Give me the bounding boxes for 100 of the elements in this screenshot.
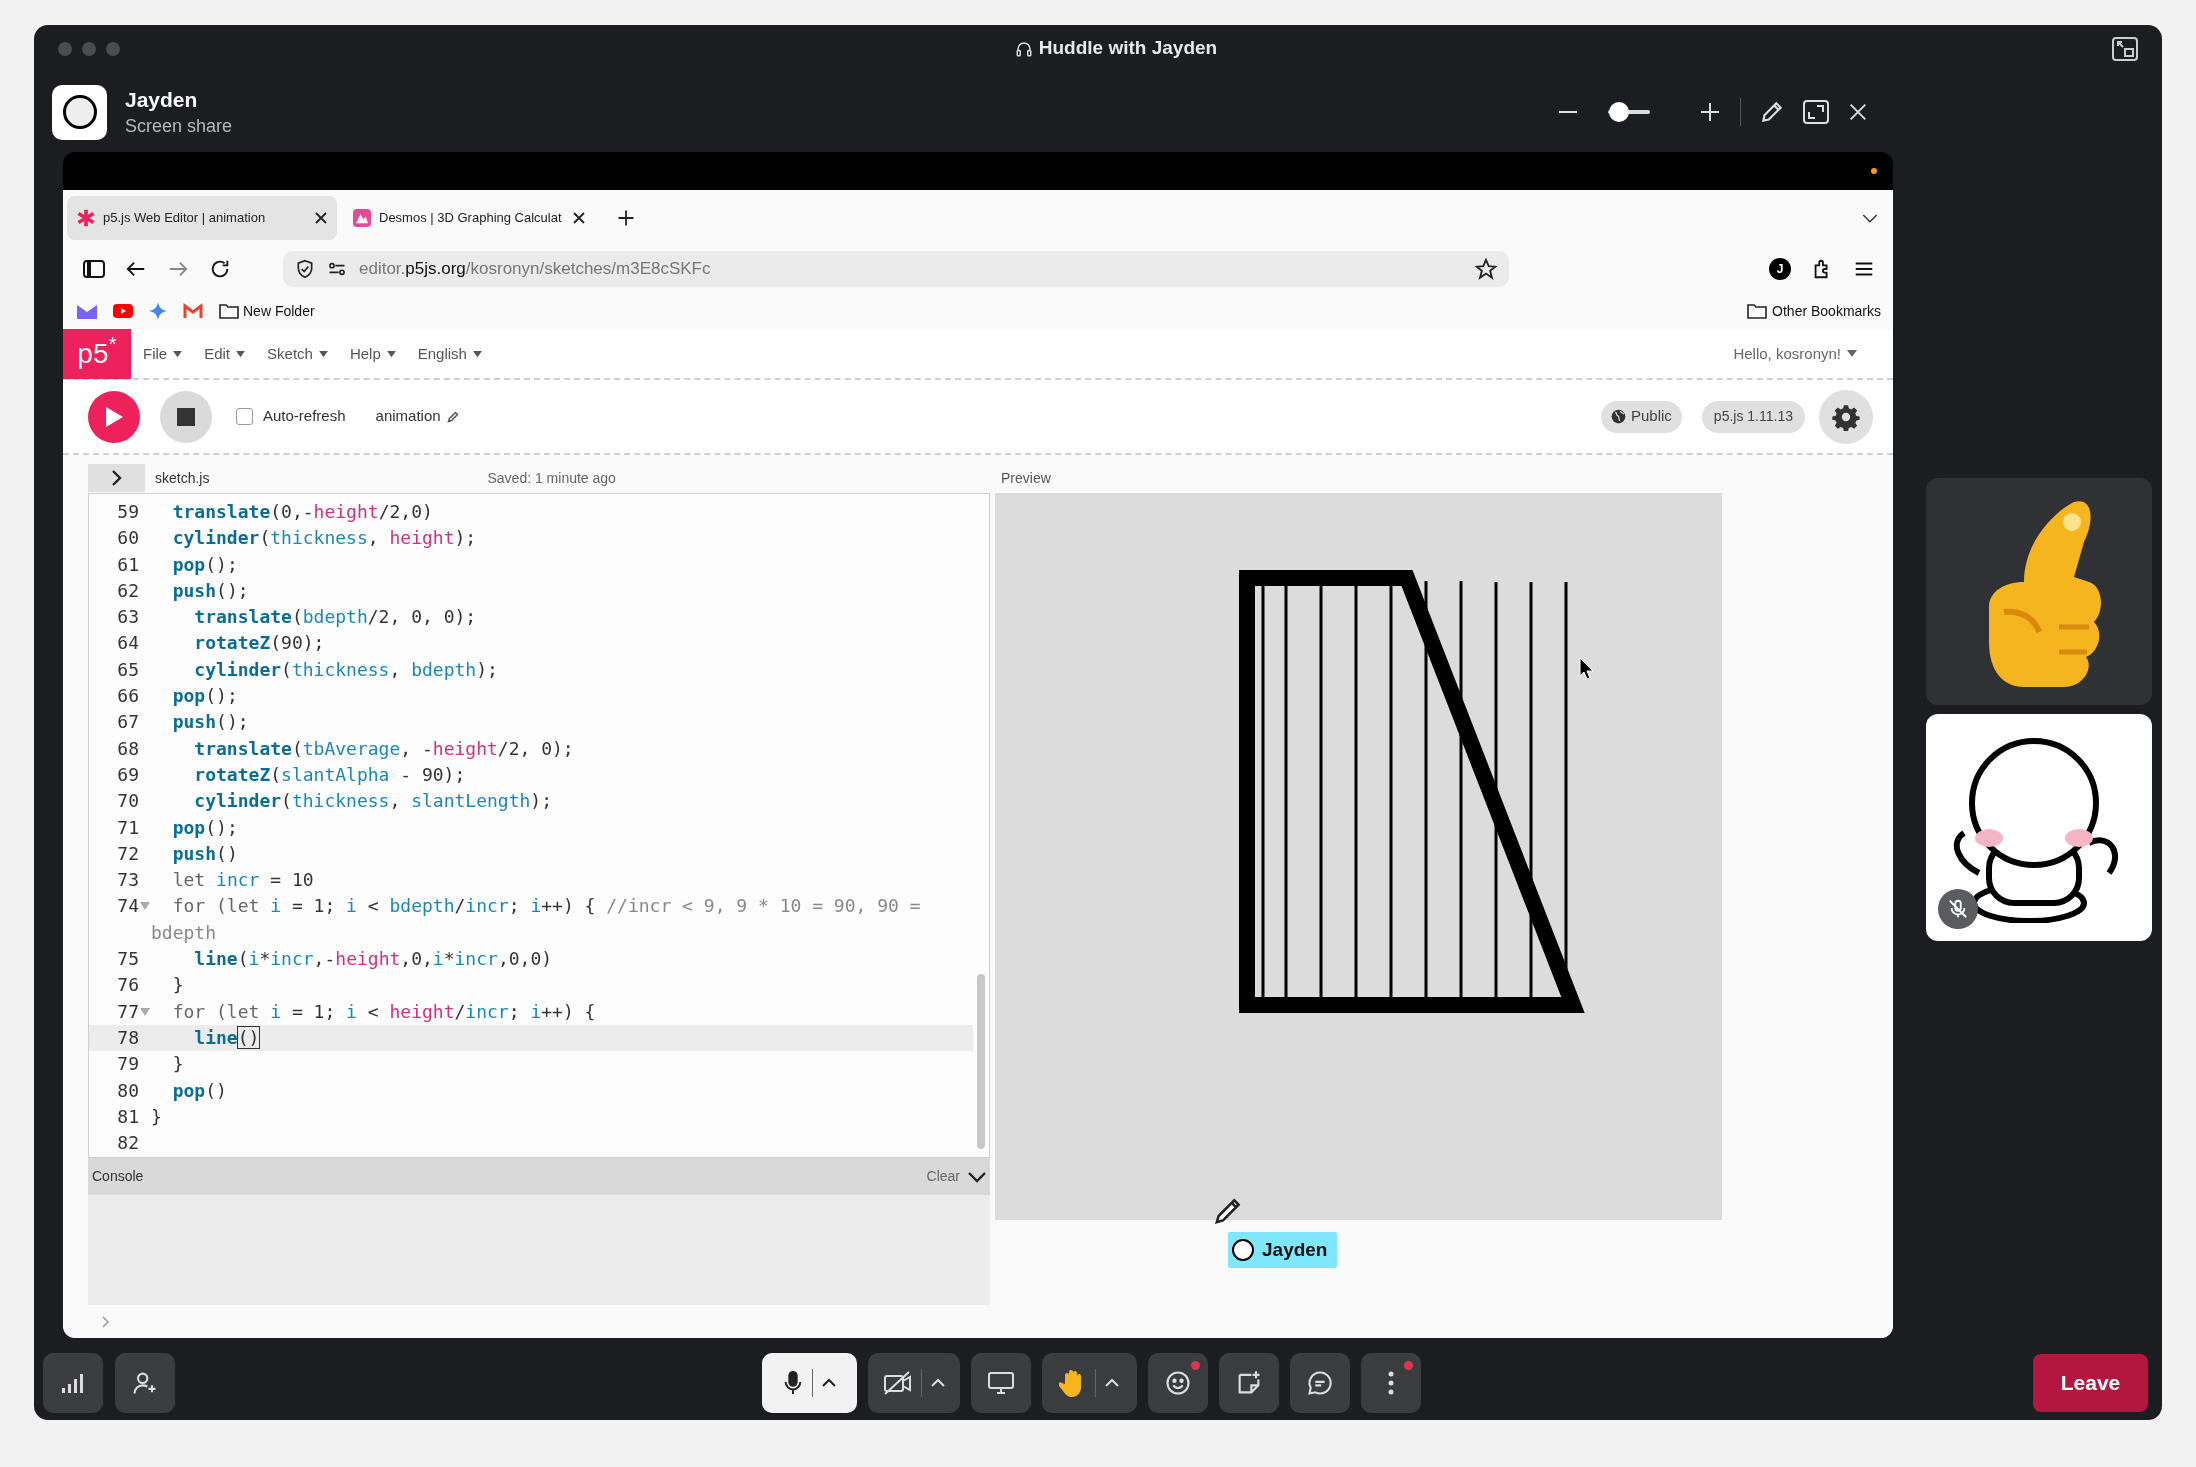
camera-off-icon	[882, 1370, 913, 1395]
picture-in-picture-icon[interactable]	[2112, 36, 2138, 61]
caret-icon[interactable]	[1104, 1376, 1120, 1389]
browser-tab[interactable]: p5.js Web Editor | animation	[67, 195, 337, 240]
close-icon[interactable]	[315, 211, 327, 224]
code-line: let incr = 10	[171, 868, 315, 893]
zoom-slider-thumb[interactable]	[1608, 102, 1629, 122]
chat-button[interactable]	[1290, 1352, 1350, 1413]
line-number: 73	[117, 868, 139, 893]
line-number: 78	[117, 1025, 139, 1050]
line-number: 75	[117, 947, 139, 972]
line-number: 68	[117, 736, 139, 761]
code-line: line(i*incr,-height,0,i*incr,0,0)	[193, 947, 554, 972]
code-line: }	[151, 1104, 163, 1129]
code-line: }	[171, 1052, 185, 1077]
account-menu[interactable]: Hello, kosronyn!	[1733, 342, 1841, 366]
code-line: line()	[193, 1025, 261, 1050]
auto-refresh-checkbox[interactable]	[236, 408, 253, 425]
shield-icon	[295, 258, 315, 279]
sketch-name[interactable]: animation	[375, 405, 441, 428]
file-tab[interactable]: sketch.js	[155, 467, 210, 489]
stop-button[interactable]	[160, 390, 212, 443]
participant-tile[interactable]	[1926, 714, 2152, 941]
folder-icon	[219, 303, 239, 319]
scrollbar-thumb[interactable]	[977, 974, 985, 1149]
line-number: 61	[117, 552, 139, 577]
url-text: editor.p5js.org/kosronyn/sketches/m3E8cSKFc	[359, 257, 711, 280]
presenter-subtitle: Screen share	[125, 115, 233, 138]
app-logo-icon	[353, 208, 371, 227]
zoom-in-icon[interactable]	[1698, 100, 1722, 124]
code-line: pop();	[171, 684, 239, 709]
play-button[interactable]	[88, 390, 140, 443]
mouse-pointer-icon	[1579, 657, 1594, 680]
visibility-pill[interactable]: Public	[1601, 400, 1682, 433]
line-number: 72	[117, 841, 139, 866]
menu-item[interactable]: Help	[349, 342, 396, 366]
line-number: 69	[117, 762, 139, 787]
menu-item[interactable]: English	[417, 342, 482, 366]
line-number: 80	[117, 1078, 139, 1103]
video-play-icon[interactable]	[113, 303, 133, 319]
code-line: for (let i = 1; i < height/incr; i++) {	[171, 999, 597, 1024]
code-line: rotateZ(90);	[193, 631, 326, 656]
code-line: pop();	[171, 552, 239, 577]
sidebar-icon[interactable]	[83, 259, 105, 278]
caret-icon[interactable]	[929, 1376, 946, 1389]
code-line: translate(bdepth/2, 0, 0);	[193, 605, 478, 630]
line-number: 65	[117, 657, 139, 682]
close-icon[interactable]	[573, 211, 585, 224]
p5-logo[interactable]: p5$^{*}$	[63, 329, 131, 379]
avatar-icon	[52, 84, 107, 140]
add-person-button[interactable]	[115, 1352, 175, 1413]
menu-item[interactable]: Sketch	[267, 342, 328, 366]
canvas-button[interactable]	[1219, 1352, 1279, 1413]
code-line: for (let i = 1; i < bdepth/incr; i++) { //incr < 9, 9 * 10 = 90, 90 = bdepth	[151, 894, 922, 945]
share-screen-button[interactable]	[971, 1352, 1031, 1413]
address-bar[interactable]: editor.p5js.org/kosronyn/sketches/m3E8cSKFc	[283, 250, 1509, 287]
play-icon	[104, 405, 124, 428]
line-number: 60	[117, 526, 139, 551]
bookmark-folder[interactable]: New Folder	[243, 300, 315, 322]
code-line: rotateZ(slantAlpha - 90);	[193, 762, 467, 787]
line-number: 66	[117, 684, 139, 709]
sidebar-toggle-button[interactable]	[88, 464, 145, 492]
line-number: 62	[117, 578, 139, 603]
new-tab-icon[interactable]	[617, 208, 635, 227]
clear-button[interactable]: Clear	[926, 1166, 960, 1187]
line-number: 74	[117, 894, 139, 919]
caret-icon[interactable]	[821, 1376, 837, 1389]
fullscreen-icon[interactable]	[1803, 100, 1829, 124]
preview-canvas[interactable]	[995, 493, 1722, 1220]
menu-item[interactable]: File	[143, 342, 183, 366]
code-line: push();	[171, 578, 250, 603]
connection-button[interactable]	[43, 1352, 103, 1413]
mail-icon[interactable]	[77, 303, 97, 319]
bookmark-folder[interactable]: Other Bookmarks	[1772, 300, 1881, 322]
mail-icon[interactable]	[183, 303, 203, 319]
sparkle-icon[interactable]	[149, 302, 167, 320]
line-number: 77	[117, 999, 139, 1024]
close-icon[interactable]	[1847, 101, 1869, 123]
bookmark-star-icon[interactable]	[1475, 257, 1497, 280]
participant-tile[interactable]	[1926, 478, 2152, 705]
reactions-button[interactable]	[1148, 1352, 1208, 1413]
version-pill[interactable]: p5.js 1.11.13	[1701, 400, 1805, 433]
mic-button[interactable]	[762, 1352, 857, 1413]
signal-icon	[61, 1372, 85, 1393]
profile-button[interactable]: J	[1769, 257, 1791, 280]
pencil-icon[interactable]	[446, 410, 459, 423]
settings-button[interactable]	[1819, 389, 1873, 444]
menu-item[interactable]: Edit	[204, 342, 246, 366]
line-number: 79	[117, 1052, 139, 1077]
console-prompt-icon[interactable]	[102, 1315, 110, 1328]
leave-button[interactable]: Leave	[2033, 1353, 2148, 1412]
pencil-icon[interactable]	[1759, 99, 1785, 125]
camera-button[interactable]	[868, 1352, 960, 1413]
settings-icon	[1832, 402, 1860, 431]
code-line: translate(0,-height/2,0)	[171, 500, 434, 524]
browser-tab[interactable]: Desmos | 3D Graphing Calculat	[343, 195, 595, 240]
raise-hand-button[interactable]	[1042, 1352, 1137, 1413]
more-button[interactable]	[1361, 1352, 1421, 1413]
saved-status: Saved: 1 minute ago	[487, 468, 616, 488]
chevron-down-icon[interactable]	[968, 1170, 986, 1183]
